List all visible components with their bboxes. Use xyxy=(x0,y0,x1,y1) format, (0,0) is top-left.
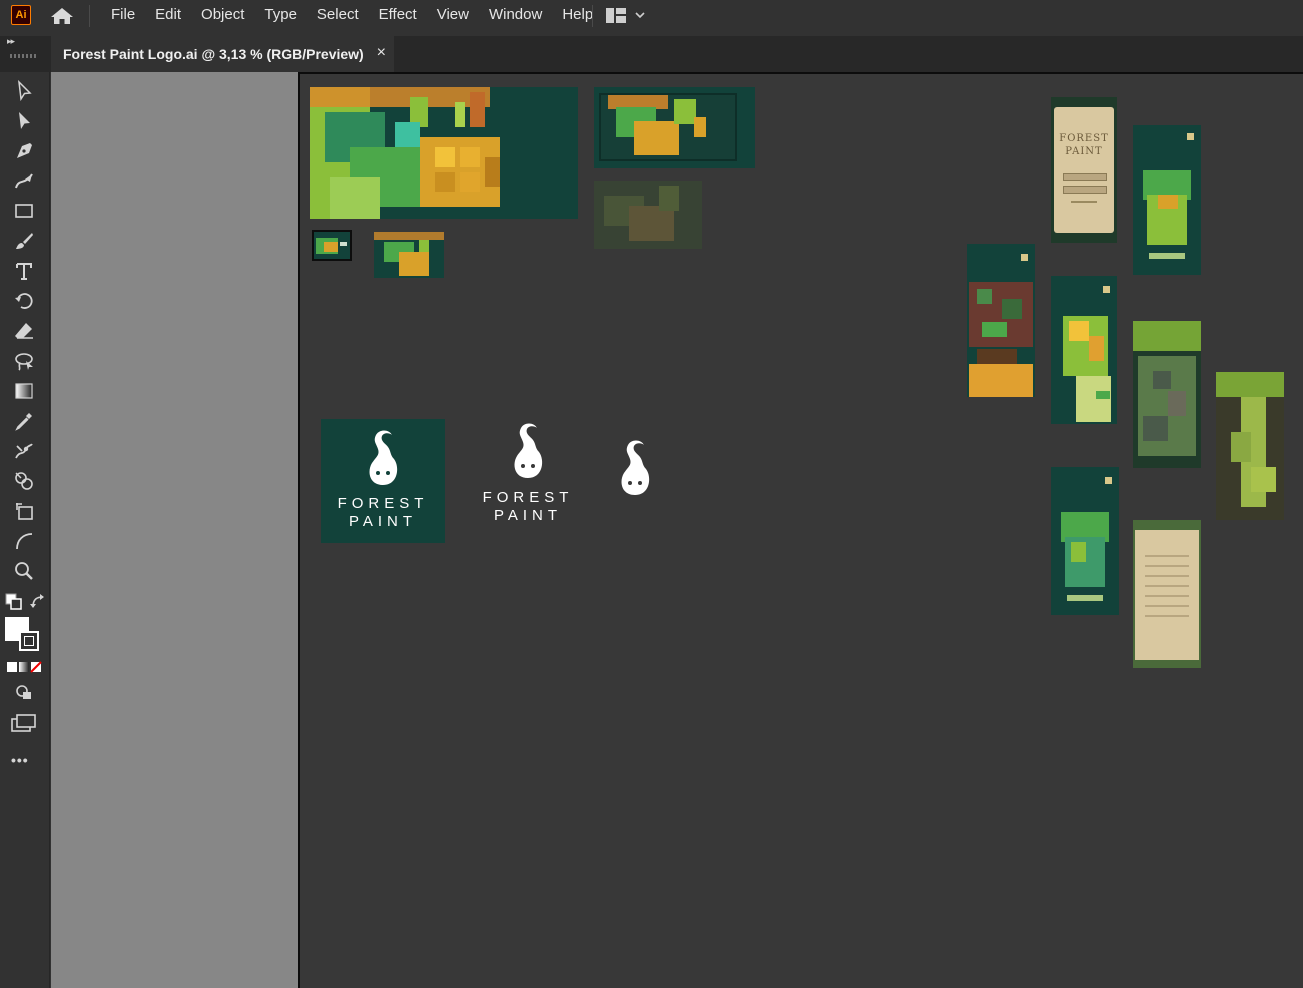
document-tab-strip: ▸▸ Forest Paint Logo.ai @ 3,13 % (RGB/Pr… xyxy=(0,36,1303,72)
gradient-tool-icon[interactable] xyxy=(11,378,37,404)
edit-toolbar-more-icon[interactable]: ••• xyxy=(11,752,29,768)
draw-mode-icon[interactable] xyxy=(14,683,34,701)
workspace-switcher-icon[interactable] xyxy=(605,7,651,25)
menu-edit[interactable]: Edit xyxy=(145,0,191,31)
direct-selection-tool-icon[interactable] xyxy=(11,108,37,134)
framed-key-art-artboard[interactable] xyxy=(594,87,755,168)
banner-artboard[interactable] xyxy=(374,232,444,278)
level-screen-artboard-4[interactable] xyxy=(1133,321,1201,468)
home-icon[interactable] xyxy=(50,7,74,25)
eraser-tool-icon[interactable] xyxy=(11,318,37,344)
logo-wordmark-line2: PAINT xyxy=(348,513,418,530)
level-screen-artboard-3[interactable] xyxy=(1051,276,1117,424)
menu-divider xyxy=(592,5,593,27)
menu-divider xyxy=(89,5,90,27)
logo-wordmark-line2: PAINT xyxy=(493,507,563,524)
menu-type[interactable]: Type xyxy=(254,0,307,31)
type-tool-icon[interactable] xyxy=(11,258,37,284)
curvature-tool-icon[interactable] xyxy=(11,168,37,194)
rotate-tool-icon[interactable] xyxy=(11,288,37,314)
pasteboard[interactable] xyxy=(51,72,298,988)
width-tool-icon[interactable] xyxy=(11,528,37,554)
logo-dark-artboard[interactable]: FOREST PAINT xyxy=(321,419,445,543)
level-screen-artboard-6[interactable] xyxy=(1051,467,1119,615)
canvas[interactable]: FOREST PAINT FOREST PAINT FOREST PAINT xyxy=(298,72,1303,988)
logo-wordmark-line1: FOREST xyxy=(337,495,429,512)
forest-spirit-logo-icon xyxy=(514,423,543,478)
mock-title-line1: FOREST xyxy=(1059,133,1109,144)
pen-tool-icon[interactable] xyxy=(11,138,37,164)
logo-wordmark-line1: FOREST xyxy=(482,489,574,506)
menu-window[interactable]: Window xyxy=(479,0,552,31)
key-art-artboard[interactable] xyxy=(310,87,578,219)
artboard-tool-icon[interactable] xyxy=(11,498,37,524)
close-tab-icon[interactable]: × xyxy=(377,44,386,62)
lasso-tool-icon[interactable] xyxy=(11,348,37,374)
rectangle-tool-icon[interactable] xyxy=(11,198,37,224)
swap-colors-icon[interactable] xyxy=(29,593,47,611)
logo-transparent-artboard[interactable]: FOREST PAINT xyxy=(466,419,590,529)
faded-art-artboard[interactable] xyxy=(594,181,702,249)
level-screen-artboard-2[interactable] xyxy=(967,244,1035,397)
paintbrush-tool-icon[interactable] xyxy=(11,228,37,254)
menu-help[interactable]: Help xyxy=(552,0,603,31)
menu-effect[interactable]: Effect xyxy=(369,0,427,31)
level-screen-artboard-5[interactable] xyxy=(1216,372,1284,520)
shape-builder-tool-icon[interactable] xyxy=(11,468,37,494)
tools-panel: ••• xyxy=(0,54,50,988)
app-logo: Ai xyxy=(11,5,31,25)
forest-spirit-logo-icon xyxy=(369,430,398,485)
zoom-tool-icon[interactable] xyxy=(11,558,37,584)
story-scroll-artboard[interactable] xyxy=(1133,520,1201,668)
document-tab-title: Forest Paint Logo.ai @ 3,13 % (RGB/Previ… xyxy=(63,46,364,62)
menu-bar: Ai File Edit Object Type Select Effect V… xyxy=(0,0,1303,31)
panel-collapse-icon[interactable]: ▸▸ xyxy=(7,36,15,47)
eyedropper-tool-icon[interactable] xyxy=(11,408,37,434)
menu-select[interactable]: Select xyxy=(307,0,369,31)
menu-object[interactable]: Object xyxy=(191,0,254,31)
screen-mode-icon[interactable] xyxy=(11,713,37,733)
document-tab[interactable]: Forest Paint Logo.ai @ 3,13 % (RGB/Previ… xyxy=(51,36,394,72)
small-icon-artboard[interactable] xyxy=(312,230,352,261)
toolbar-grip[interactable] xyxy=(10,54,38,58)
title-screen-artboard[interactable]: FOREST PAINT xyxy=(1051,97,1117,243)
default-colors-icon[interactable] xyxy=(5,593,23,611)
menu-file[interactable]: File xyxy=(101,0,145,31)
color-mode-icons[interactable] xyxy=(6,661,42,673)
level-screen-artboard-1[interactable] xyxy=(1133,125,1201,275)
puppet-warp-tool-icon[interactable] xyxy=(11,438,37,464)
menu-view[interactable]: View xyxy=(427,0,479,31)
stroke-swatch[interactable] xyxy=(19,631,39,651)
menu-list: File Edit Object Type Select Effect View… xyxy=(101,0,603,31)
logo-icon-only-artboard[interactable] xyxy=(616,436,654,498)
mock-title-line2: PAINT xyxy=(1065,146,1103,157)
selection-tool-icon[interactable] xyxy=(11,78,37,104)
